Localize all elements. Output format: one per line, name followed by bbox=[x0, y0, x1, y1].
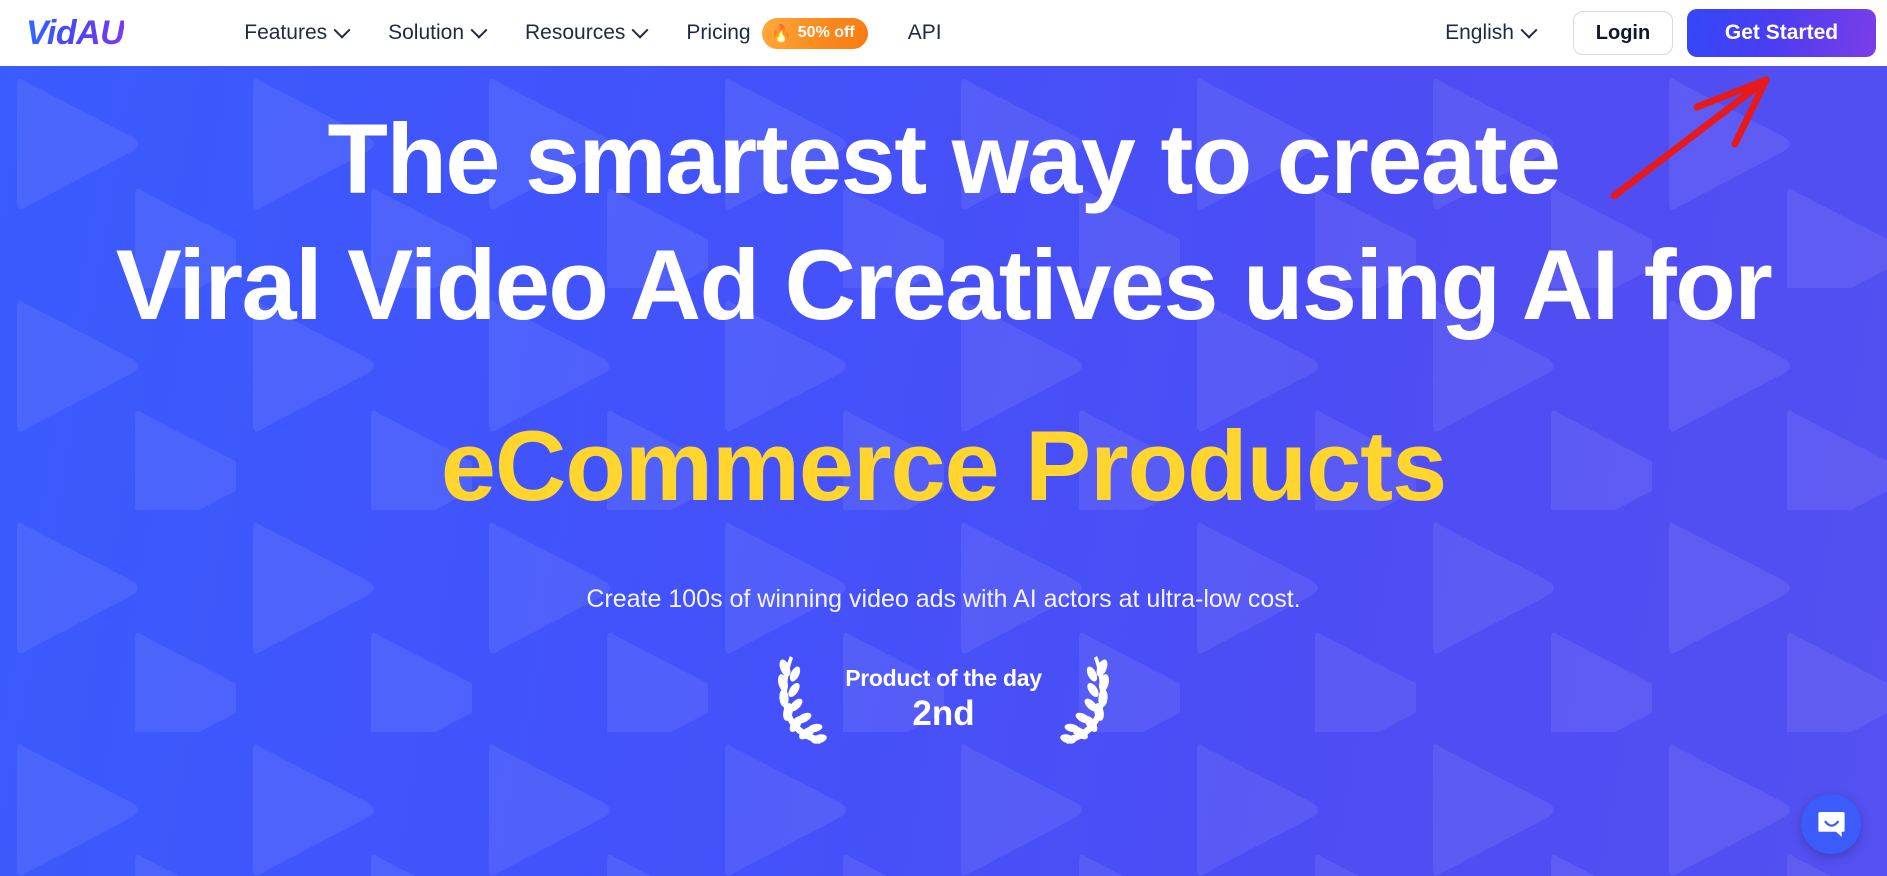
chevron-down-icon bbox=[470, 21, 488, 39]
nav-item-label: Pricing bbox=[686, 21, 751, 44]
nav-item-solution[interactable]: Solution bbox=[388, 21, 488, 45]
laurel-wreath-right-icon bbox=[1059, 656, 1109, 745]
hero-content: The smartest way to create Viral Video A… bbox=[0, 66, 1887, 747]
nav-item-features[interactable]: Features bbox=[244, 21, 351, 45]
nav-item-api[interactable]: API bbox=[908, 21, 942, 45]
laurel-wreath-left-icon bbox=[778, 656, 828, 745]
hero-heading-line-2: Viral Video Ad Creatives using AI for bbox=[115, 228, 1773, 340]
chevron-down-icon bbox=[631, 21, 649, 39]
hero-heading-line-1: The smartest way to create bbox=[327, 103, 1561, 214]
primary-nav: Features Solution Resources Pricing 🔥 50… bbox=[244, 17, 942, 49]
nav-actions: English Login Get Started bbox=[1445, 9, 1887, 57]
award-text: Product of the day 2nd bbox=[845, 665, 1042, 735]
chevron-down-icon bbox=[1520, 21, 1538, 39]
award-title: Product of the day bbox=[845, 664, 1042, 691]
top-navigation-bar: VidAU Features Solution Resources Pricin… bbox=[0, 0, 1887, 66]
nav-item-label: Features bbox=[244, 21, 328, 44]
nav-item-pricing[interactable]: Pricing 🔥 50% off bbox=[686, 17, 868, 49]
nav-item-resources[interactable]: Resources bbox=[525, 21, 649, 45]
chevron-down-icon bbox=[333, 21, 351, 39]
chat-bubble-smile-icon bbox=[1817, 811, 1845, 837]
nav-item-label: API bbox=[907, 21, 942, 44]
brand-logo[interactable]: VidAU bbox=[26, 14, 125, 53]
product-of-the-day-badge: Product of the day 2nd bbox=[0, 652, 1887, 747]
language-label: English bbox=[1445, 21, 1514, 44]
language-selector[interactable]: English bbox=[1445, 21, 1538, 45]
discount-badge-label: 50% off bbox=[797, 24, 855, 41]
chat-widget-button[interactable] bbox=[1801, 794, 1861, 854]
fire-icon: 🔥 bbox=[770, 23, 792, 43]
hero-section: The smartest way to create Viral Video A… bbox=[0, 66, 1887, 876]
hero-heading-accent: eCommerce Products bbox=[440, 410, 1447, 522]
nav-item-label: Resources bbox=[525, 21, 626, 44]
get-started-button[interactable]: Get Started bbox=[1687, 9, 1876, 57]
hero-subtitle: Create 100s of winning video ads with AI… bbox=[586, 585, 1301, 614]
award-rank: 2nd bbox=[912, 694, 975, 734]
nav-item-label: Solution bbox=[388, 21, 465, 44]
login-button[interactable]: Login bbox=[1573, 11, 1673, 55]
discount-badge[interactable]: 🔥 50% off bbox=[761, 17, 868, 49]
